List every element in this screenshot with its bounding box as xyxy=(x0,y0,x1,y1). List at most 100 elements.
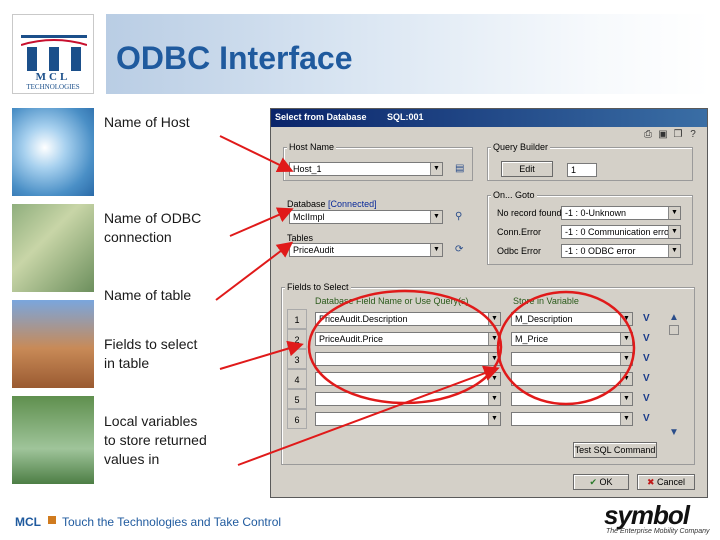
tables-value: PriceAudit xyxy=(293,245,335,255)
mcl-logo: MCL TECHNOLOGIES xyxy=(12,14,94,94)
chevron-down-icon[interactable]: ▼ xyxy=(488,373,500,385)
store-variable-field[interactable]: ▼ xyxy=(511,392,633,406)
scroll-up-icon[interactable]: ▲ xyxy=(669,312,679,324)
db-field-select[interactable]: ▼ xyxy=(315,352,501,366)
query-builder-label: Query Builder xyxy=(491,142,551,152)
store-variable-field[interactable]: M_Price ▼ xyxy=(511,332,633,346)
host-value: Host_1 xyxy=(293,164,322,174)
variable-picker-icon[interactable]: V xyxy=(643,393,650,404)
no-record-label: No record found xyxy=(497,208,562,218)
variable-picker-icon[interactable]: V xyxy=(643,373,650,384)
chevron-down-icon[interactable]: ▼ xyxy=(488,353,500,365)
variable-picker-icon[interactable]: V xyxy=(643,313,650,324)
row-number: 5 xyxy=(287,389,307,409)
conn-error-select[interactable]: -1 : 0 Communication error ▼ xyxy=(561,225,681,239)
logo-columns-icon xyxy=(21,35,87,71)
chevron-down-icon[interactable]: ▼ xyxy=(430,163,442,175)
store-variable-field[interactable]: ▼ xyxy=(511,412,633,426)
refresh-icon[interactable]: ⟳ xyxy=(455,244,463,256)
chevron-down-icon[interactable]: ▼ xyxy=(620,373,632,385)
logo-name: MCL xyxy=(35,71,71,83)
label-odbc-connection: Name of ODBC connection xyxy=(104,210,202,245)
chevron-down-icon[interactable]: ▼ xyxy=(430,244,442,256)
odbc-error-label: Odbc Error xyxy=(497,246,542,256)
col-var-header: Store in Variable xyxy=(513,296,579,306)
chevron-down-icon[interactable]: ▼ xyxy=(620,353,632,365)
save-icon[interactable]: ▣ xyxy=(657,129,669,141)
help-icon[interactable]: ? xyxy=(687,129,699,141)
db-field-select[interactable]: ▼ xyxy=(315,392,501,406)
host-group-label: Host Name xyxy=(287,142,337,152)
col-db-header: Database Field Name or Use Query(s) xyxy=(315,296,469,306)
db-field-select[interactable]: PriceAudit.Description ▼ xyxy=(315,312,501,326)
variable-picker-icon[interactable]: V xyxy=(643,413,650,424)
check-icon: ✔ xyxy=(589,477,597,487)
fields-group-label: Fields to Select xyxy=(285,282,351,292)
symbol-logo: symbol xyxy=(604,500,690,530)
chevron-down-icon[interactable]: ▼ xyxy=(668,207,680,219)
footer-mcl: MCL xyxy=(15,515,41,529)
conn-error-label: Conn.Error xyxy=(497,227,542,237)
row-number: 1 xyxy=(287,309,307,329)
select-from-database-dialog: Select from Database SQL:001 ⎙ ▣ ❐ ? Hos… xyxy=(270,108,708,498)
database-value: McIImpl xyxy=(293,212,325,222)
db-field-select[interactable]: PriceAudit.Price ▼ xyxy=(315,332,501,346)
label-local-variables: Local variables to store returned values… xyxy=(104,413,207,467)
row-number: 6 xyxy=(287,409,307,429)
river-landscape-image xyxy=(12,204,94,292)
store-variable-field[interactable]: ▼ xyxy=(511,372,633,386)
label-fields: Fields to select in table xyxy=(104,336,198,371)
query-count-field[interactable]: 1 xyxy=(567,163,597,177)
logo-subtitle: TECHNOLOGIES xyxy=(26,83,80,91)
connection-status: [Connected] xyxy=(328,199,377,209)
stone-arch-image xyxy=(12,300,94,388)
chevron-down-icon[interactable]: ▼ xyxy=(668,245,680,257)
variable-picker-icon[interactable]: V xyxy=(643,353,650,364)
label-host: Name of Host xyxy=(104,114,190,130)
dialog-id: SQL:001 xyxy=(387,112,424,122)
store-variable-field[interactable]: M_Description ▼ xyxy=(511,312,633,326)
chevron-down-icon[interactable]: ▼ xyxy=(488,333,500,345)
chevron-down-icon[interactable]: ▼ xyxy=(430,211,442,223)
chevron-down-icon[interactable]: ▼ xyxy=(620,393,632,405)
water-drop-image xyxy=(12,108,94,196)
db-field-select[interactable]: ▼ xyxy=(315,372,501,386)
copy-icon[interactable]: ❐ xyxy=(672,129,684,141)
no-record-select[interactable]: -1 : 0-Unknown ▼ xyxy=(561,206,681,220)
footer-tagline: Touch the Technologies and Take Control xyxy=(62,515,282,529)
chevron-down-icon[interactable]: ▼ xyxy=(668,226,680,238)
dialog-toolbar: ⎙ ▣ ❐ ? xyxy=(642,129,699,141)
db-field-select[interactable]: ▼ xyxy=(315,412,501,426)
row-number: 4 xyxy=(287,369,307,389)
field-grid-image xyxy=(12,396,94,484)
print-icon[interactable]: ⎙ xyxy=(642,129,654,141)
odbc-error-select[interactable]: -1 : 0 ODBC error ▼ xyxy=(561,244,681,258)
database-label: Database [Connected] xyxy=(287,199,377,209)
test-sql-button[interactable]: Test SQL Command xyxy=(573,442,657,458)
chevron-down-icon[interactable]: ▼ xyxy=(488,393,500,405)
chevron-down-icon[interactable]: ▼ xyxy=(488,413,500,425)
chevron-down-icon[interactable]: ▼ xyxy=(620,313,632,325)
ok-button[interactable]: ✔ OK xyxy=(573,474,629,490)
search-icon[interactable]: ⚲ xyxy=(455,211,462,223)
tables-select[interactable]: PriceAudit ▼ xyxy=(289,243,443,257)
on-goto-label: On... Goto xyxy=(491,190,537,200)
host-config-icon[interactable]: ▤ xyxy=(455,163,464,175)
chevron-down-icon[interactable]: ▼ xyxy=(620,333,632,345)
chevron-down-icon[interactable]: ▼ xyxy=(620,413,632,425)
dialog-title: Select from Database xyxy=(275,112,367,122)
cancel-button[interactable]: ✖ Cancel xyxy=(637,474,695,490)
row-number: 2 xyxy=(287,329,307,349)
scroll-down-icon[interactable]: ▼ xyxy=(669,427,679,439)
tables-label: Tables xyxy=(287,233,314,243)
scrollbar-thumb[interactable] xyxy=(669,325,679,335)
chevron-down-icon[interactable]: ▼ xyxy=(488,313,500,325)
footer-square-icon xyxy=(48,516,56,524)
row-number: 3 xyxy=(287,349,307,369)
host-select[interactable]: Host_1 ▼ xyxy=(289,162,443,176)
variable-picker-icon[interactable]: V xyxy=(643,333,650,344)
label-table: Name of table xyxy=(104,287,192,303)
edit-button[interactable]: Edit xyxy=(501,161,553,177)
store-variable-field[interactable]: ▼ xyxy=(511,352,633,366)
database-select[interactable]: McIImpl ▼ xyxy=(289,210,443,224)
